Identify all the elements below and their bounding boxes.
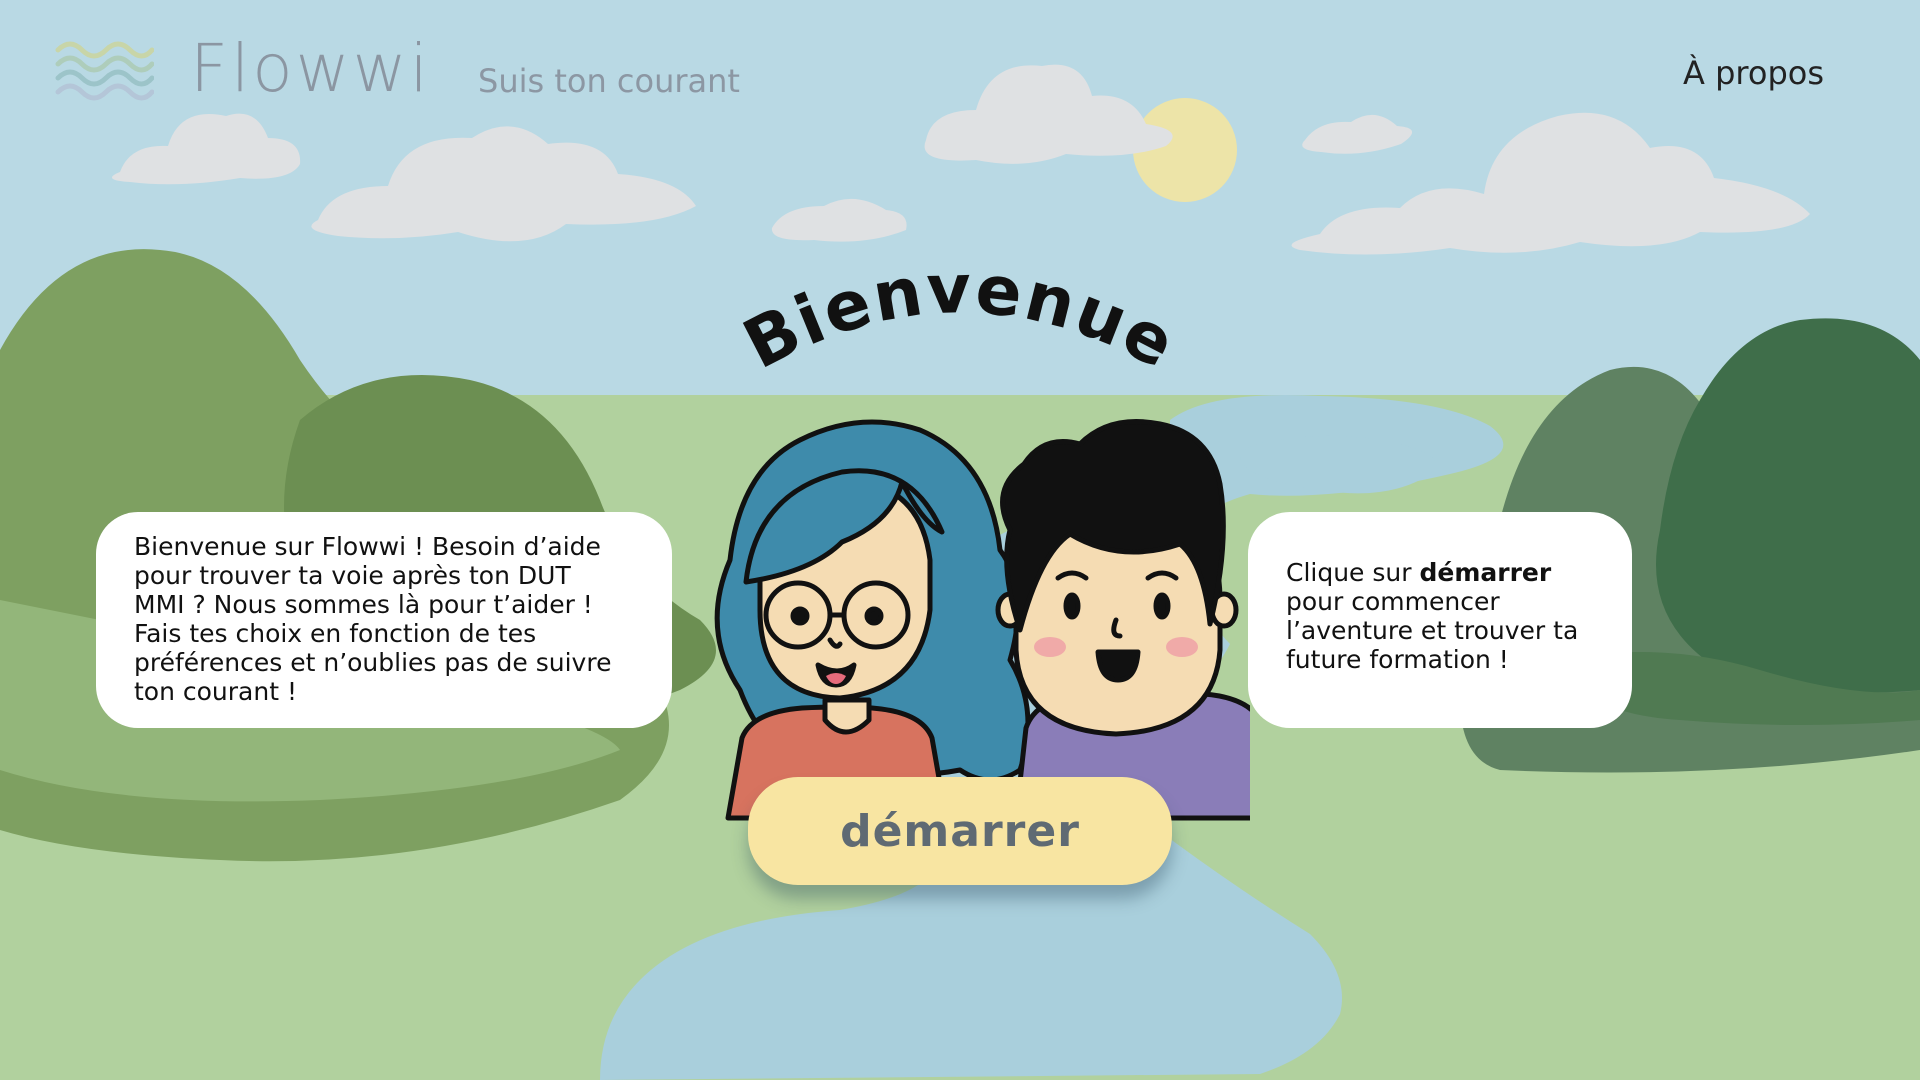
welcome-screen: Flowwi Suis ton courant À propos Bienven… xyxy=(0,0,1920,1080)
instruction-prefix: Clique sur xyxy=(1286,558,1420,587)
page-title: Bienvenue xyxy=(740,250,1180,385)
instruction-line: l’aventure et trouver ta xyxy=(1286,616,1579,645)
intro-line: Bienvenue sur Flowwi ! Besoin d’aide xyxy=(134,532,601,561)
instruction-highlight: démarrer xyxy=(1419,558,1552,587)
boy-character xyxy=(995,419,1250,821)
intro-bubble: Bienvenue sur Flowwi ! Besoin d’aide pou… xyxy=(96,512,672,728)
logo[interactable]: Flowwi xyxy=(54,30,431,107)
intro-line: préférences et n’oublies pas de suivre xyxy=(134,648,612,677)
intro-line: Fais tes choix en fonction de tes xyxy=(134,619,537,648)
intro-line: MMI ? Nous sommes là pour t’aider ! xyxy=(134,590,593,619)
intro-line: ton courant ! xyxy=(134,677,297,706)
instruction-line: pour commencer xyxy=(1286,587,1500,616)
girl-character xyxy=(714,419,1031,821)
tagline: Suis ton courant xyxy=(478,62,740,100)
waves-icon xyxy=(54,34,154,104)
instruction-line: future formation ! xyxy=(1286,645,1509,674)
page-title-text: Bienvenue xyxy=(740,250,1180,385)
intro-line: pour trouver ta voie après ton DUT xyxy=(134,561,571,590)
instruction-bubble: Clique sur démarrer pour commencer l’ave… xyxy=(1248,512,1632,728)
logo-text: Flowwi xyxy=(190,30,431,107)
about-link[interactable]: À propos xyxy=(1683,54,1824,92)
start-button[interactable]: démarrer xyxy=(748,777,1172,885)
instruction-line: Clique sur démarrer xyxy=(1286,558,1602,587)
svg-text:Bienvenue: Bienvenue xyxy=(740,250,1180,385)
characters-illustration xyxy=(714,419,1250,821)
